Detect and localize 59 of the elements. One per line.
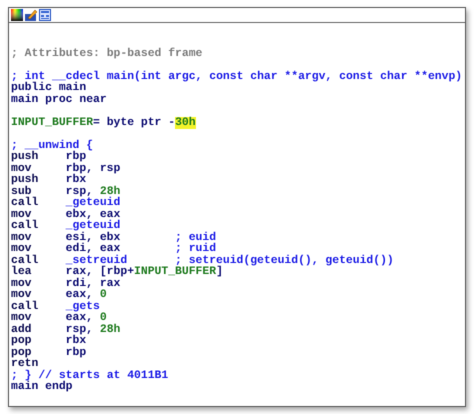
comment-text: ; setreuid(geteuid(), geteuid()) (175, 254, 394, 266)
mnemonic: mov (11, 164, 32, 174)
operand: 0 (100, 289, 107, 301)
variable-definition: = byte ptr - (93, 116, 176, 128)
operand: 28h (100, 186, 120, 198)
operand: esi, ebx (66, 232, 120, 244)
comment-text: ; } // starts at 4011B1 (11, 370, 168, 382)
graph-icon[interactable] (39, 9, 51, 21)
operand: rbp (66, 151, 86, 163)
variable-name: INPUT_BUFFER (11, 116, 94, 128)
operand: 0 (100, 312, 107, 324)
operand: _gets (66, 300, 100, 312)
offset-value: 30h (175, 116, 196, 128)
operand: edi, eax (66, 243, 120, 255)
operand: rsp, (66, 186, 94, 198)
operand: rbp, rsp (66, 162, 120, 174)
mnemonic: mov (11, 232, 33, 244)
operand: eax, (66, 312, 94, 324)
operand: rdi, rax (66, 278, 120, 290)
comment-text: ; ruid (175, 243, 216, 255)
mnemonic: mov (11, 278, 33, 290)
mnemonic: push (11, 152, 40, 164)
mnemonic: call (11, 256, 40, 266)
mnemonic: sub (11, 186, 32, 198)
pencil-icon[interactable] (25, 9, 37, 21)
operand: ] (216, 266, 223, 278)
directive-text: main proc near (11, 94, 107, 106)
operand: _setreuid (66, 254, 128, 266)
operand: rbx (66, 174, 86, 186)
operand: rbp (66, 346, 86, 358)
operand: rax, [rbp+ (66, 266, 134, 278)
mnemonic: lea (11, 267, 33, 278)
directive-text: main endp (11, 381, 73, 393)
mnemonic: mov (11, 210, 32, 220)
operand: rsp, (66, 324, 94, 336)
mnemonic: retn (11, 359, 39, 370)
mnemonic: pop (11, 348, 32, 358)
mnemonic: add (11, 324, 33, 336)
operand: rbx (66, 335, 86, 347)
comment-text: ; euid (175, 232, 216, 244)
mnemonic: mov (11, 313, 33, 324)
operand: INPUT_BUFFER (134, 266, 216, 278)
operand: 28h (100, 324, 120, 336)
operand: _geteuid (66, 197, 120, 209)
directive-text: public main (11, 82, 86, 94)
comment-text: ; int __cdecl main(int argc, const char **argv, const char **envp) (11, 70, 462, 82)
mnemonic: call (11, 198, 40, 210)
operand: eax, (66, 289, 94, 301)
mnemonic: push (11, 175, 40, 186)
mnemonic: mov (11, 244, 32, 255)
operand: _geteuid (66, 220, 120, 232)
comment-text: ; Attributes: bp-based frame (11, 48, 202, 60)
comment-text: ; __unwind { (11, 140, 94, 152)
mnemonic: call (11, 302, 40, 313)
operand: ebx, eax (66, 208, 120, 220)
mnemonic: pop (11, 336, 33, 348)
mnemonic: mov (11, 290, 32, 301)
palette-icon[interactable] (11, 9, 23, 21)
mnemonic: call (11, 221, 40, 232)
